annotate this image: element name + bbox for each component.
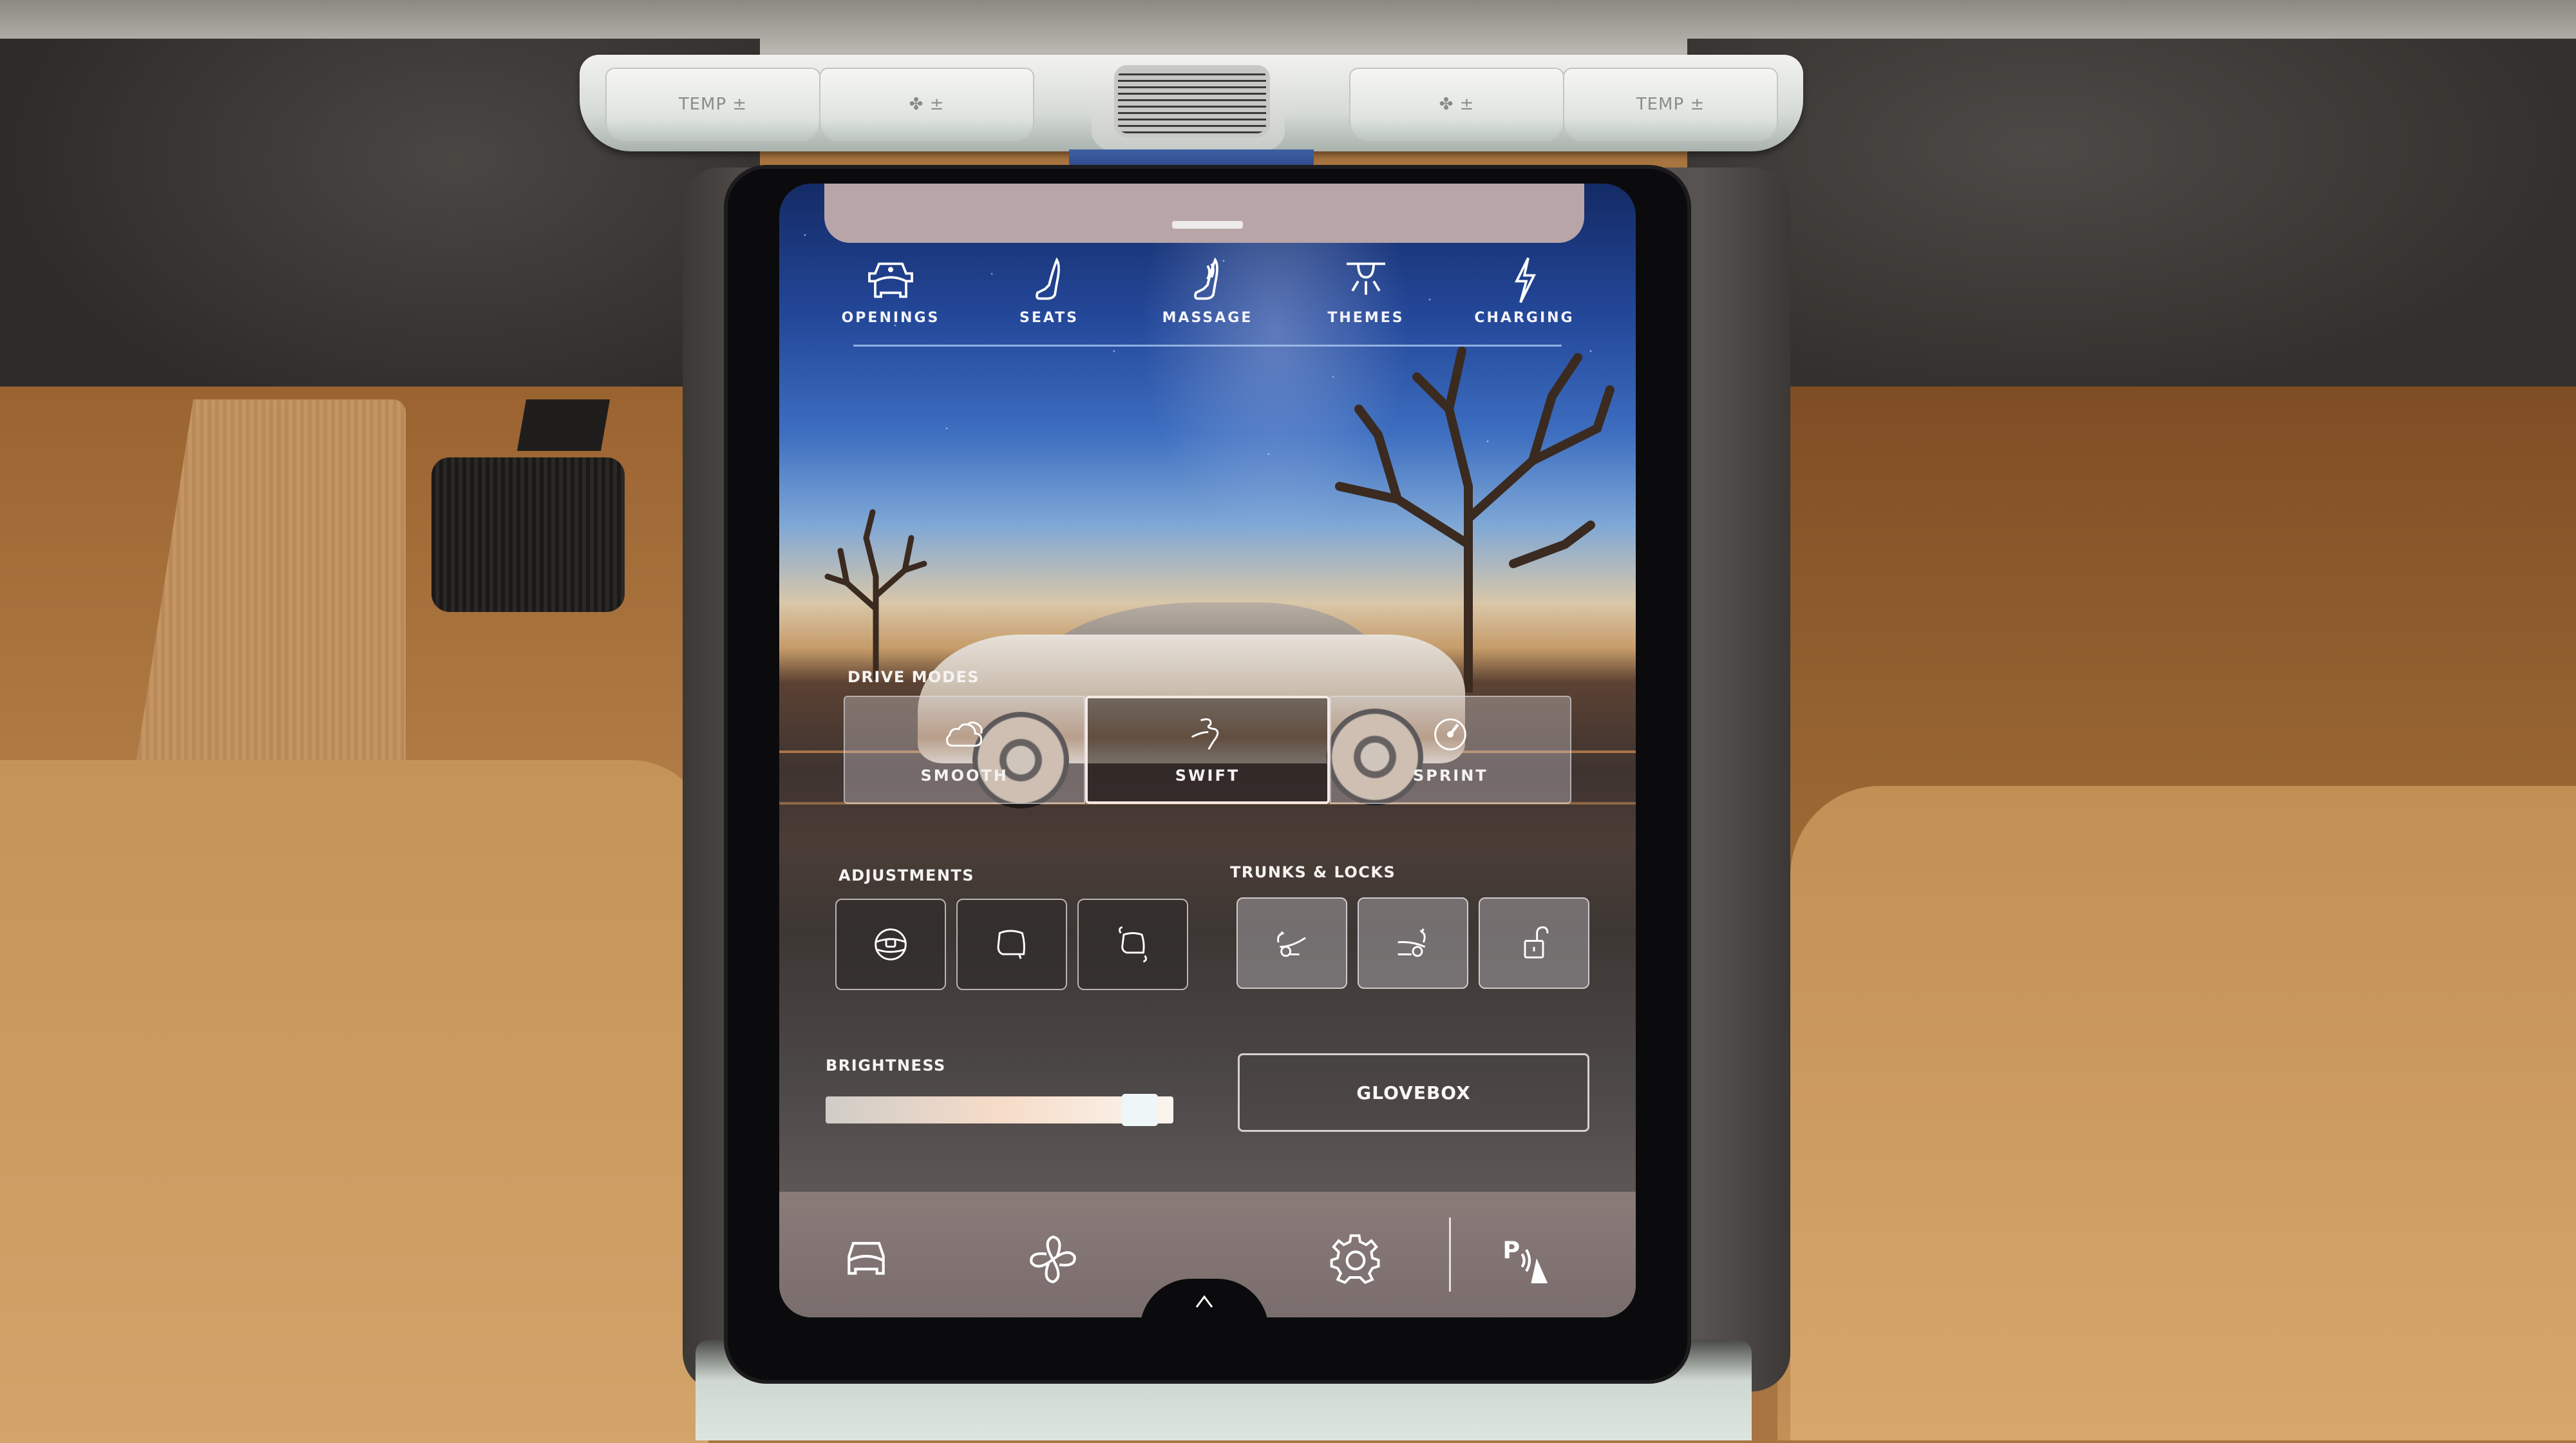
trunks-locks-row — [1236, 897, 1589, 989]
fan-icon — [1030, 1235, 1076, 1284]
pedal-arm — [516, 399, 611, 451]
mirror-fold-icon — [1119, 926, 1147, 963]
pulldown-panel[interactable] — [824, 184, 1584, 243]
drive-mode-label: SPRINT — [1412, 767, 1488, 785]
quick-action-themes[interactable]: THEMES — [1302, 254, 1430, 338]
car-icon — [848, 1241, 885, 1275]
adjustments-title: ADJUSTMENTS — [838, 866, 975, 884]
drive-mode-sprint[interactable]: SPRINT — [1329, 696, 1571, 804]
seat-icon — [1020, 254, 1078, 306]
unlock-icon — [1524, 926, 1549, 959]
car-openings-icon — [862, 254, 920, 306]
hvac-indicator-light — [1069, 149, 1314, 171]
park-assist-letter: P — [1502, 1236, 1520, 1264]
quick-action-seats[interactable]: SEATS — [985, 254, 1113, 338]
frunk-open-icon — [1277, 931, 1306, 957]
drive-mode-label: SMOOTH — [920, 767, 1009, 785]
dock-separator — [1449, 1218, 1451, 1292]
brake-pedal — [431, 457, 625, 612]
adjust-steering-wheel-button[interactable] — [835, 899, 946, 990]
dock-park-assist-button[interactable]: P — [1494, 1230, 1558, 1288]
lightning-bolt-icon — [1495, 254, 1553, 306]
floor-mat-right — [1790, 786, 2576, 1440]
quick-action-label: CHARGING — [1474, 310, 1575, 326]
left-fan-button[interactable]: ✤ ± — [819, 68, 1034, 141]
drive-mode-swift[interactable]: SWIFT — [1085, 696, 1330, 804]
drive-modes-title: DRIVE MODES — [848, 668, 980, 686]
fold-mirrors-button[interactable] — [1077, 899, 1188, 990]
open-trunk-button[interactable] — [1358, 897, 1468, 989]
drag-handle[interactable] — [1172, 221, 1243, 229]
trunk-open-icon — [1397, 928, 1426, 957]
winding-road-icon — [1185, 715, 1230, 754]
cloud-icon — [942, 715, 987, 754]
dock-settings-button[interactable] — [1323, 1230, 1388, 1288]
brightness-slider-thumb[interactable] — [1121, 1094, 1158, 1126]
quick-action-openings[interactable]: OPENINGS — [826, 254, 955, 338]
left-temp-button[interactable]: TEMP ± — [605, 68, 820, 141]
dashboard-fabric-right — [1687, 39, 2576, 399]
settings-gear-icon — [1330, 1234, 1380, 1285]
drive-mode-selector: SMOOTH SWIFT SPRINT — [844, 696, 1571, 804]
unlock-button[interactable] — [1479, 897, 1589, 989]
right-fan-button[interactable]: ✤ ± — [1349, 68, 1564, 141]
drive-mode-label: SWIFT — [1175, 767, 1240, 785]
pilot-panel-screen: OPENINGS SEATS MASSAGE THEMES CHARGING D… — [779, 184, 1636, 1317]
quick-action-massage[interactable]: MASSAGE — [1143, 254, 1272, 338]
joshua-tree-small — [824, 509, 927, 680]
park-assist-icon: P — [1502, 1236, 1548, 1284]
glovebox-button[interactable]: GLOVEBOX — [1238, 1053, 1589, 1132]
dock-vehicle-button[interactable] — [834, 1230, 898, 1288]
right-temp-button[interactable]: TEMP ± — [1563, 68, 1778, 141]
brightness-slider[interactable] — [826, 1094, 1173, 1126]
brightness-title: BRIGHTNESS — [826, 1056, 946, 1075]
open-frunk-button[interactable] — [1236, 897, 1347, 989]
dock-climate-button[interactable] — [1021, 1230, 1085, 1288]
speedometer-icon — [1428, 715, 1473, 754]
quick-action-label: SEATS — [1019, 310, 1079, 326]
chevron-up-icon[interactable] — [1191, 1292, 1217, 1311]
adjust-mirrors-button[interactable] — [956, 899, 1067, 990]
quick-action-label: THEMES — [1327, 310, 1405, 326]
center-vent[interactable] — [1114, 65, 1270, 137]
massage-seat-icon — [1179, 254, 1236, 306]
drive-mode-smooth[interactable]: SMOOTH — [844, 696, 1086, 804]
quick-actions: OPENINGS SEATS MASSAGE THEMES CHARGING — [811, 254, 1604, 338]
adjustments-row — [835, 899, 1188, 990]
steering-wheel-icon — [875, 928, 907, 960]
floor-mat-left — [0, 760, 708, 1443]
quick-action-charging[interactable]: CHARGING — [1460, 254, 1589, 338]
hvac-control-bar: TEMP ± ✤ ± ✤ ± TEMP ± — [580, 55, 1803, 151]
quick-action-label: OPENINGS — [841, 310, 940, 326]
mirror-icon — [997, 930, 1025, 959]
trunks-locks-title: TRUNKS & LOCKS — [1230, 863, 1396, 881]
quick-action-label: MASSAGE — [1162, 310, 1253, 326]
cabin-light-icon — [1337, 254, 1395, 306]
